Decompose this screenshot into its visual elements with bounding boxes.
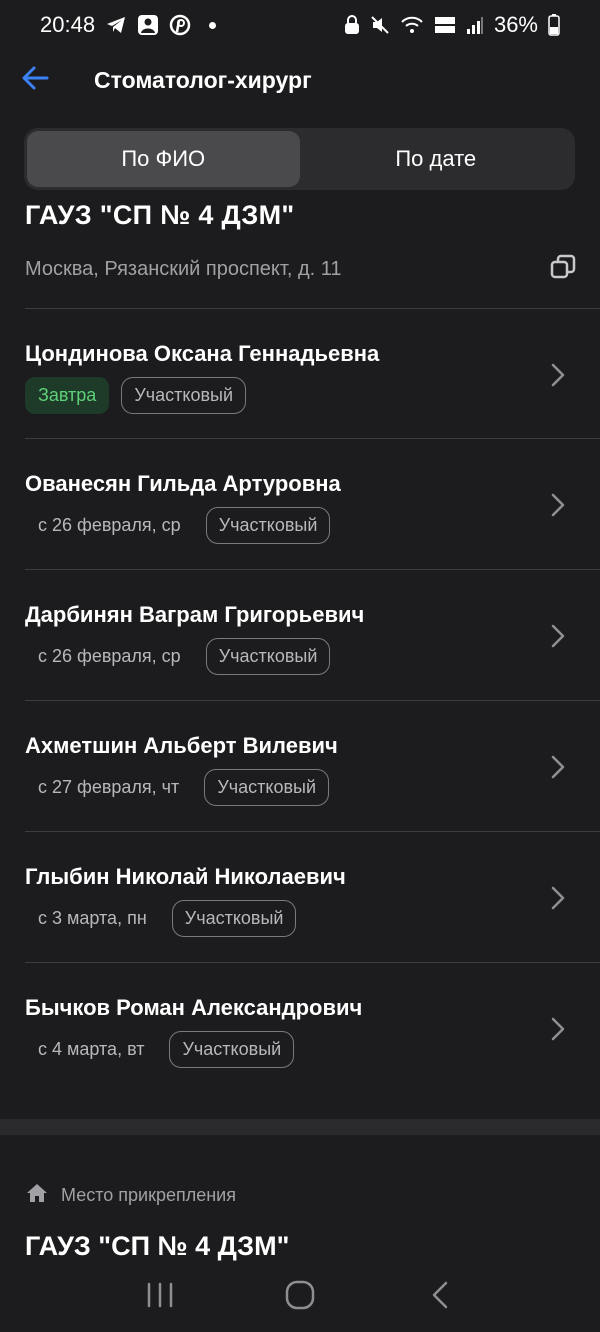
- doctor-name: Цондинова Оксана Геннадьевна: [25, 341, 380, 366]
- doctor-name: Ованесян Гильда Артуровна: [25, 471, 341, 496]
- availability-date: с 27 февраля, чт: [38, 777, 180, 797]
- battery-percent: 36%: [493, 12, 538, 37]
- recents-button[interactable]: [130, 1267, 190, 1327]
- attachment-label: Место прикрепления: [61, 1185, 236, 1205]
- availability-date: с 3 марта, пн: [38, 908, 147, 928]
- tab-by-date[interactable]: По дате: [300, 131, 573, 187]
- doctor-name: Бычков Роман Александрович: [25, 995, 363, 1020]
- wifi-icon: [400, 15, 424, 35]
- back-button[interactable]: [0, 50, 70, 110]
- doctor-type-badge: Участковый: [205, 638, 331, 675]
- doctor-row[interactable]: Цондинова Оксана Геннадьевна Завтра Учас…: [25, 308, 600, 439]
- clinic-address: Москва, Рязанский проспект, д. 11: [25, 257, 342, 280]
- copy-address-button[interactable]: [543, 249, 583, 289]
- telegram-icon: [105, 15, 127, 35]
- volte-icon: [434, 15, 456, 35]
- pinterest-icon: [169, 14, 191, 36]
- home-icon: [25, 1182, 49, 1209]
- app-bar: Стоматолог-хирург: [0, 50, 600, 110]
- home-button[interactable]: [270, 1267, 330, 1327]
- doctor-name: Ахметшин Альберт Вилевич: [25, 733, 338, 758]
- profile-app-icon: [137, 14, 159, 36]
- doctor-row[interactable]: Ахметшин Альберт Вилевич с 27 февраля, ч…: [25, 701, 600, 832]
- doctor-row[interactable]: Бычков Роман Александрович с 4 марта, вт…: [25, 963, 600, 1094]
- system-back-button[interactable]: [410, 1267, 470, 1327]
- chevron-right-icon: [546, 751, 570, 783]
- doctor-name: Глыбин Николай Николаевич: [25, 864, 346, 889]
- doctor-row[interactable]: Глыбин Николай Николаевич с 3 марта, пн …: [25, 832, 600, 963]
- signal-icon: [466, 15, 484, 35]
- doctor-type-badge: Участковый: [169, 1031, 295, 1068]
- availability-date: с 4 марта, вт: [38, 1039, 145, 1059]
- home-circle-icon: [284, 1279, 316, 1316]
- doctor-type-badge: Участковый: [121, 377, 247, 414]
- system-nav-bar: [0, 1262, 600, 1332]
- tab-by-name[interactable]: По ФИО: [27, 131, 300, 187]
- availability-date: с 26 февраля, ср: [38, 515, 181, 535]
- chevron-right-icon: [546, 882, 570, 914]
- copy-icon: [549, 253, 577, 286]
- attachment-section: Место прикрепления ГАУЗ "СП № 4 ДЗМ": [25, 1182, 585, 1262]
- doctor-name: Дарбинян Ваграм Григорьевич: [25, 602, 365, 627]
- doctor-row[interactable]: Дарбинян Ваграм Григорьевич с 26 февраля…: [25, 570, 600, 701]
- view-mode-tabs: По ФИО По дате: [24, 128, 575, 190]
- chevron-right-icon: [546, 620, 570, 652]
- clinic-info: ГАУЗ "СП № 4 ДЗМ" Москва, Рязанский прос…: [25, 200, 576, 289]
- chevron-right-icon: [546, 359, 570, 391]
- status-bar: 20:48 36%: [0, 0, 600, 50]
- availability-badge: Завтра: [25, 377, 110, 414]
- back-icon: [428, 1280, 452, 1315]
- clinic-name: ГАУЗ "СП № 4 ДЗМ": [25, 200, 295, 230]
- arrow-left-icon: [21, 65, 49, 96]
- lock-icon: [344, 15, 360, 35]
- doctor-row[interactable]: Ованесян Гильда Артуровна с 26 февраля, …: [25, 439, 600, 570]
- status-time: 20:48: [40, 12, 96, 37]
- mute-icon: [370, 15, 390, 35]
- recents-icon: [145, 1281, 175, 1314]
- doctor-list: Цондинова Оксана Геннадьевна Завтра Учас…: [0, 308, 600, 1094]
- section-separator: [0, 1119, 600, 1135]
- chevron-right-icon: [546, 489, 570, 521]
- doctor-type-badge: Участковый: [205, 507, 331, 544]
- attachment-clinic-name: ГАУЗ "СП № 4 ДЗМ": [25, 1231, 290, 1261]
- availability-date: с 26 февраля, ср: [38, 646, 181, 666]
- chevron-right-icon: [546, 1013, 570, 1045]
- doctor-type-badge: Участковый: [204, 769, 330, 806]
- doctor-type-badge: Участковый: [171, 900, 297, 937]
- notification-dot-icon: [209, 21, 217, 29]
- battery-icon: [548, 14, 560, 36]
- page-title: Стоматолог-хирург: [94, 66, 312, 93]
